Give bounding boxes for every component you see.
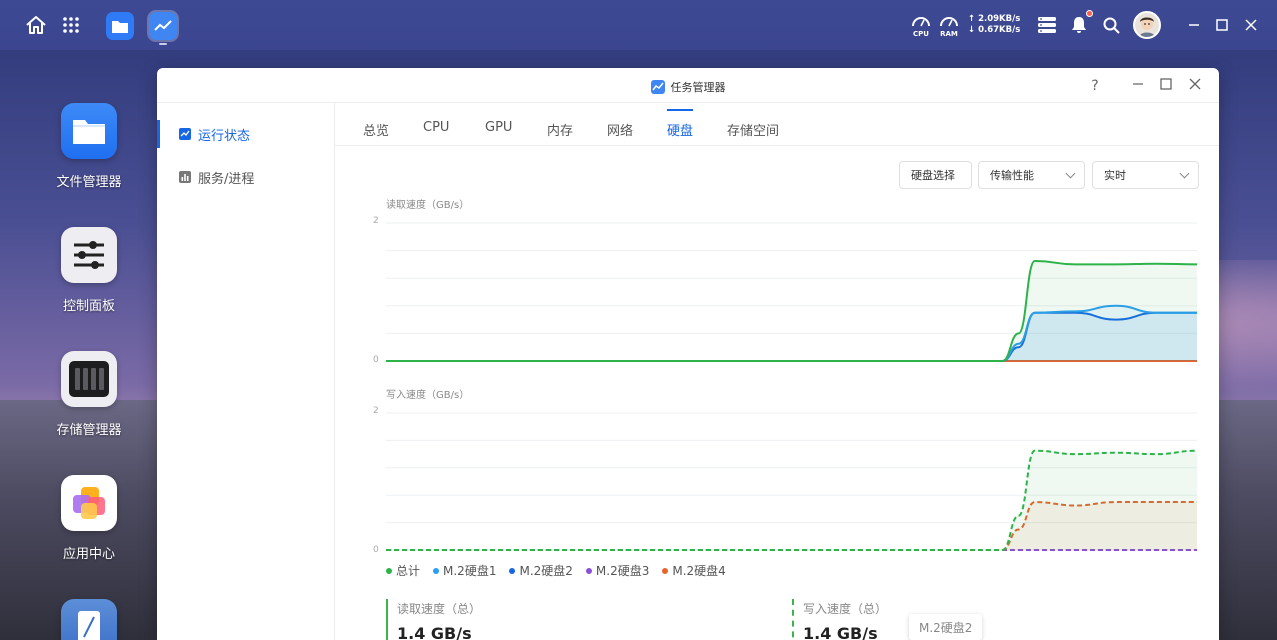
network-speed[interactable]: ↑ 2.09KB/s ↓ 0.67KB/s bbox=[968, 14, 1020, 36]
read-speed-stat-label: 读取速度（总） bbox=[397, 602, 482, 616]
taskbar-task-manager[interactable] bbox=[147, 10, 179, 42]
read-speed-stat-value: 1.4 GB/s bbox=[397, 624, 472, 640]
write-speed-stat: 写入速度（总） 1.4 GB/s bbox=[792, 599, 1172, 640]
download-speed: ↓ 0.67KB/s bbox=[968, 25, 1021, 35]
desktop-app-storage-manager[interactable]: 存储管理器 bbox=[48, 351, 130, 438]
app-grid-icon[interactable] bbox=[60, 0, 82, 50]
desktop-app-control-panel[interactable]: 控制面板 bbox=[48, 227, 130, 314]
app-center-icon bbox=[61, 475, 117, 531]
legend-dot bbox=[662, 567, 669, 574]
legend-item-m2-2[interactable]: M.2硬盘2 bbox=[509, 562, 573, 579]
desktop-app-label: 存储管理器 bbox=[56, 423, 122, 438]
server-icon[interactable] bbox=[1036, 0, 1058, 50]
legend-item-m2-4[interactable]: M.2硬盘4 bbox=[662, 562, 726, 579]
notification-badge bbox=[1086, 10, 1093, 17]
desktop-app-partial[interactable] bbox=[48, 599, 130, 640]
speedometer-icon bbox=[912, 17, 930, 27]
legend-item-total[interactable]: 总计 bbox=[386, 562, 420, 579]
disk-charts bbox=[385, 222, 1198, 551]
notebook-icon bbox=[61, 599, 117, 640]
legend-label: M.2硬盘4 bbox=[672, 564, 726, 578]
cpu-gauge-label: CPU bbox=[913, 30, 929, 38]
user-avatar[interactable] bbox=[1133, 11, 1161, 39]
write-speed-chart bbox=[386, 412, 1198, 551]
ram-gauge-label: RAM bbox=[940, 30, 958, 38]
desktop-app-file-manager[interactable]: 文件管理器 bbox=[48, 103, 130, 190]
desktop-minimize-icon[interactable] bbox=[1185, 0, 1203, 50]
legend-dot bbox=[585, 567, 592, 574]
ram-gauge[interactable]: RAM bbox=[938, 13, 960, 38]
sliders-icon bbox=[61, 227, 117, 283]
legend-label: M.2硬盘2 bbox=[519, 564, 573, 578]
folder-icon bbox=[112, 20, 128, 33]
series-area-total bbox=[386, 450, 1197, 550]
chart-legend: 总计 M.2硬盘1 M.2硬盘2 M.2硬盘3 M.2硬盘4 bbox=[386, 562, 726, 579]
task-manager-window: 任务管理器 ? 运行状态 服务/进程 总览 CPU GPU 内存 网络 硬盘 存… bbox=[157, 68, 1219, 640]
legend-dot bbox=[433, 567, 440, 574]
upload-speed: ↑ 2.09KB/s bbox=[968, 14, 1021, 24]
legend-label: M.2硬盘3 bbox=[595, 564, 650, 578]
search-icon[interactable] bbox=[1101, 0, 1121, 50]
read-speed-chart bbox=[385, 222, 1198, 363]
home-icon[interactable] bbox=[22, 0, 50, 50]
desktop-app-label: 应用中心 bbox=[62, 547, 115, 562]
desktop-app-app-center[interactable]: 应用中心 bbox=[48, 475, 130, 562]
running-indicator bbox=[159, 43, 167, 45]
legend-label: 总计 bbox=[396, 564, 421, 578]
desktop-maximize-icon[interactable] bbox=[1213, 0, 1231, 50]
legend-dot bbox=[509, 567, 516, 574]
top-bar: CPU RAM ↑ 2.09KB/s ↓ 0.67KB/s bbox=[0, 0, 1277, 50]
storage-icon bbox=[61, 351, 117, 407]
cpu-gauge[interactable]: CPU bbox=[910, 13, 932, 38]
legend-label: M.2硬盘1 bbox=[443, 564, 497, 578]
trend-chart-icon bbox=[154, 20, 172, 31]
write-speed-stat-value: 1.4 GB/s bbox=[803, 624, 878, 640]
speedometer-icon bbox=[940, 17, 958, 27]
legend-dot bbox=[386, 567, 392, 574]
legend-item-m2-3[interactable]: M.2硬盘3 bbox=[585, 562, 650, 579]
folder-icon bbox=[61, 103, 117, 159]
chart-tooltip: M.2硬盘2 bbox=[909, 614, 982, 640]
avatar-icon bbox=[1139, 17, 1155, 37]
bell-icon[interactable] bbox=[1069, 0, 1089, 50]
legend-item-m2-1[interactable]: M.2硬盘1 bbox=[433, 562, 496, 579]
series-area-total bbox=[386, 260, 1197, 361]
taskbar-file-manager[interactable] bbox=[106, 12, 134, 40]
desktop-close-icon[interactable] bbox=[1242, 0, 1260, 50]
desktop-app-label: 控制面板 bbox=[62, 299, 115, 314]
desktop-app-label: 文件管理器 bbox=[56, 175, 122, 190]
read-speed-stat: 读取速度（总） 1.4 GB/s bbox=[386, 599, 766, 640]
write-speed-stat-label: 写入速度（总） bbox=[803, 602, 888, 616]
